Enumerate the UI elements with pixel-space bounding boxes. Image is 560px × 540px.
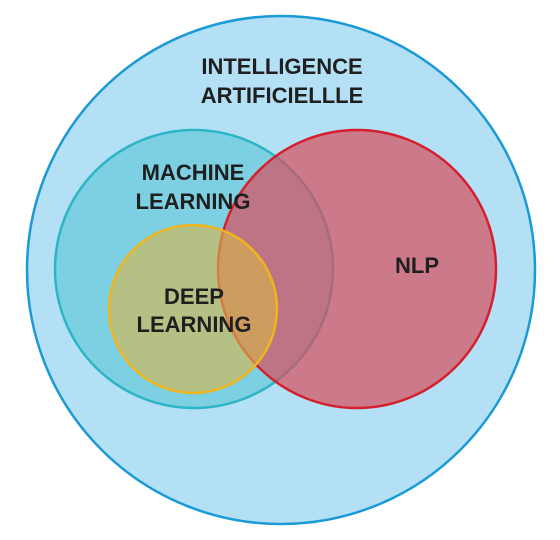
machine-learning-label-line2: LEARNING (136, 189, 251, 214)
machine-learning-label-line1: MACHINE (142, 160, 245, 185)
deep-learning-label-line2: LEARNING (137, 312, 252, 337)
intelligence-artificielle-label-line1: INTELLIGENCE (201, 54, 362, 79)
deep-learning-circle (107, 223, 279, 395)
deep-learning-label-line1: DEEP (164, 284, 224, 309)
ai-venn-diagram: INTELLIGENCE ARTIFICIELLLE MACHINE LEARN… (25, 14, 537, 526)
nlp-label: NLP (395, 253, 439, 278)
intelligence-artificielle-label-line2: ARTIFICIELLLE (201, 83, 364, 108)
